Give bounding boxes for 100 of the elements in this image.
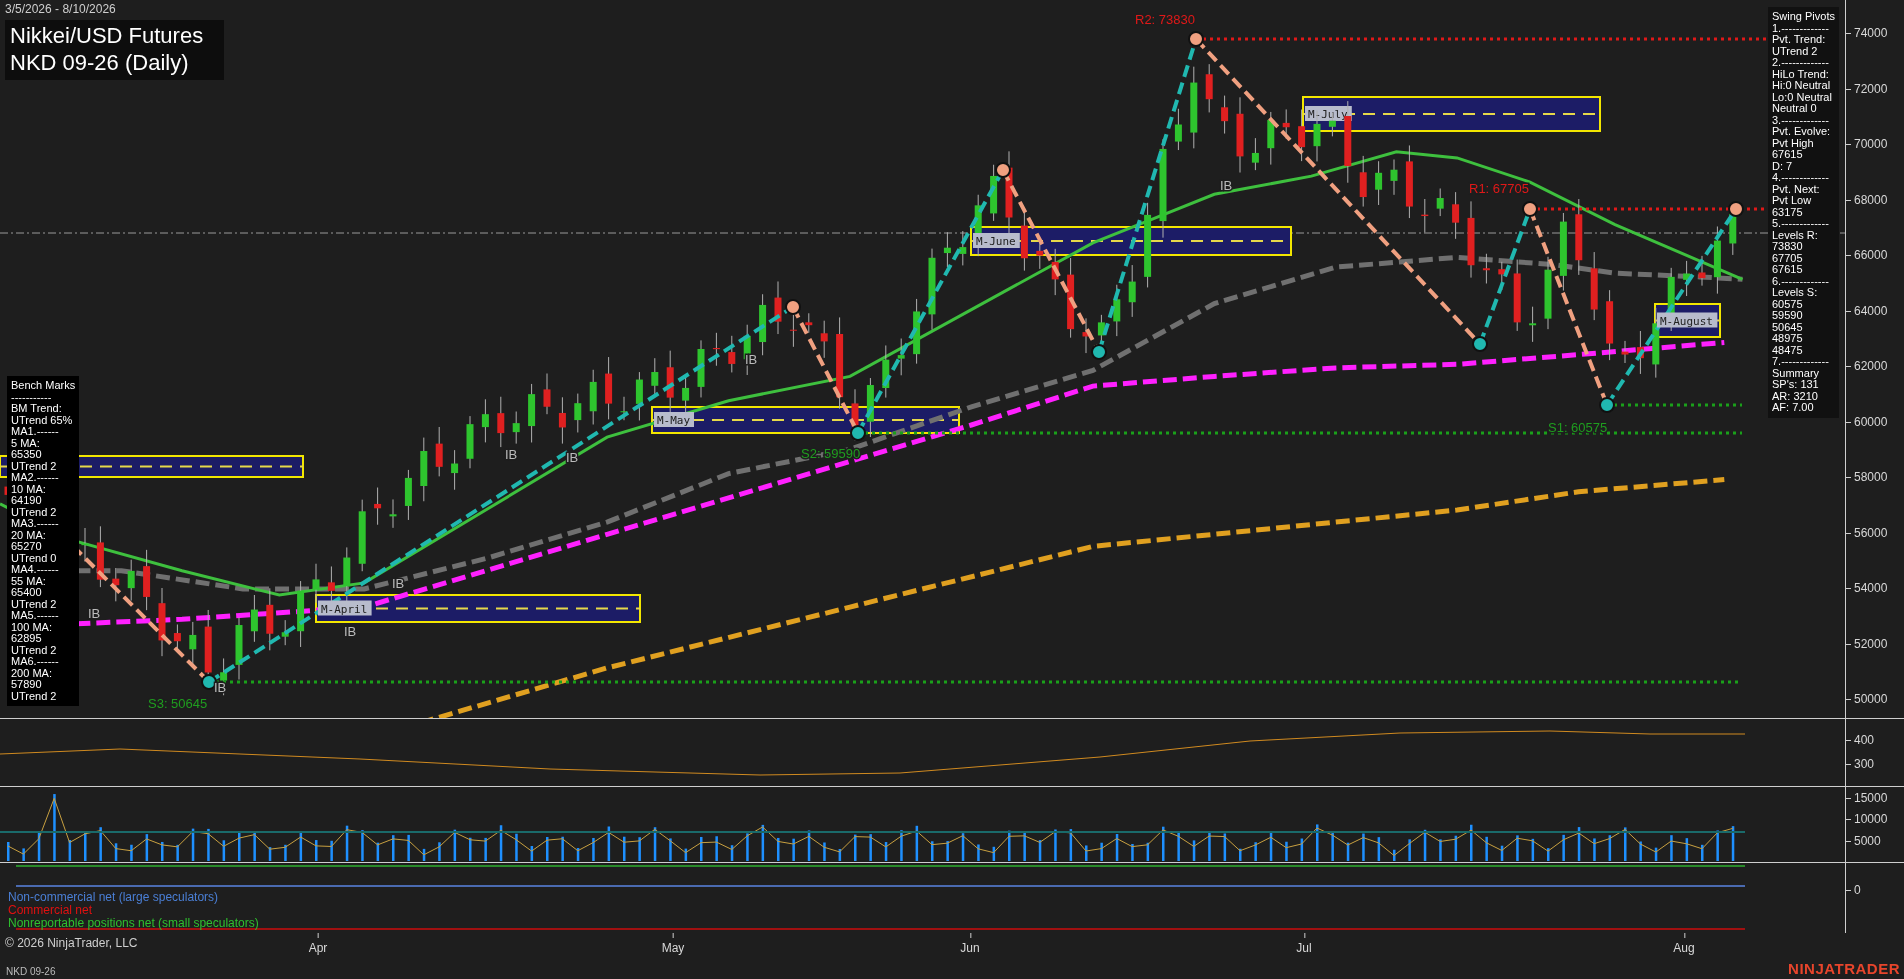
swing-pivots-line: Neutral 0 <box>1772 103 1818 115</box>
swing-pivots-line: 5.------------- <box>1772 218 1830 230</box>
cot-legend-label: Non-commercial net (large speculators) <box>8 891 220 905</box>
swing-pivots-line: UTrend 2 <box>1772 45 1819 57</box>
swing-pivots-line: Levels R: <box>1772 229 1819 241</box>
pivot-level-label: S1: 60575 <box>1548 420 1608 435</box>
bench-marks-line: UTrend 0 <box>11 552 58 564</box>
price-axis-label: 70000 <box>1846 137 1888 151</box>
bench-marks-line: UTrend 2 <box>11 690 58 702</box>
price-axis-label: 74000 <box>1846 26 1888 40</box>
price-axis-label: 60000 <box>1846 414 1888 429</box>
bench-marks-line: UTrend 65% <box>11 414 74 426</box>
swing-pivots-line: Pvt High <box>1772 137 1815 149</box>
date-axis-label: Apr <box>308 933 328 956</box>
inside-bar-mark: IB <box>392 576 405 591</box>
bench-marks-line: MA5.------ <box>11 610 60 622</box>
bench-marks-line: 65350 <box>11 449 43 461</box>
price-axis-label: 68000 <box>1846 192 1888 207</box>
swing-pivots-line: 73830 <box>1772 241 1804 253</box>
inside-bar-mark: IB <box>1220 178 1233 193</box>
swing-pivots-line: Pvt. Trend: <box>1772 34 1827 46</box>
inside-bar-mark: IB <box>88 606 101 621</box>
price-axis-label: 64000 <box>1846 303 1888 318</box>
swing-pivots-line: Levels S: <box>1772 287 1819 299</box>
bench-marks-line: Bench Marks <box>11 380 76 392</box>
bench-marks-line: 20 MA: <box>11 529 47 541</box>
price-axis-label: 72000 <box>1846 81 1888 96</box>
swing-pivots-line: 2.------------- <box>1772 57 1830 69</box>
swing-pivots-line: 60575 <box>1772 298 1804 310</box>
swing-pivots-line: 59590 <box>1772 310 1804 322</box>
swing-pivots-line: AR: 3210 <box>1772 390 1819 402</box>
date-axis-label: Jun <box>960 933 980 956</box>
pivot-level-label: S3: 50645 <box>148 696 208 711</box>
price-axis-label: 66000 <box>1846 248 1888 262</box>
swing-pivots-line: Pvt Low <box>1772 195 1813 207</box>
month-label: M-June <box>973 233 1020 248</box>
bench-marks-line: MA1.------ <box>11 426 60 438</box>
volume-axis-label: 5000 <box>1846 834 1881 849</box>
swing-pivots-line: HiLo Trend: <box>1772 68 1830 80</box>
bench-marks-line: MA4.------ <box>11 564 60 576</box>
swing-pivots-line: Hi:0 Neutral <box>1772 80 1832 92</box>
volume-axis-label: 10000 <box>1846 812 1888 827</box>
pivot-level-label: R2: 73830 <box>1135 12 1195 27</box>
date-axis-label: May <box>661 933 685 956</box>
inside-bar-mark: IB <box>344 624 357 639</box>
brand-logo: NINJATRADER <box>1788 960 1900 977</box>
price-axis-label: 56000 <box>1846 525 1888 540</box>
cot-legend-label: Nonreportable positions net (small speculators) <box>8 917 259 931</box>
swing-pivots-line: 67615 <box>1772 264 1804 276</box>
swing-pivots-line: 50645 <box>1772 321 1804 333</box>
swing-pivots-line: 48975 <box>1772 333 1804 345</box>
oscillator-axis-label: 300 <box>1846 756 1875 771</box>
bench-marks-line: ----------- <box>11 391 53 403</box>
volume-axis-label: 15000 <box>1846 791 1888 806</box>
instrument-label: NKD 09-26 <box>6 966 56 977</box>
swing-pivots-line: 63175 <box>1772 206 1804 218</box>
bench-marks-line: MA2.------ <box>11 472 60 484</box>
swing-pivots-line: 1.------------- <box>1772 22 1830 34</box>
swing-pivots-line: Pvt. Next: <box>1772 183 1821 195</box>
swing-pivots-line: SP's: 131 <box>1772 379 1820 391</box>
swing-pivots-line: 48475 <box>1772 344 1804 356</box>
price-axis-label: 50000 <box>1846 692 1888 706</box>
bench-marks-line: 55 MA: <box>11 575 47 587</box>
bench-marks-line: 65400 <box>11 587 43 599</box>
bench-marks-line: 200 MA: <box>11 667 53 679</box>
swing-pivots-line: 3.------------- <box>1772 114 1830 126</box>
bench-marks-line: 10 MA: <box>11 483 47 495</box>
cot-legend-label: Commercial net <box>8 904 94 918</box>
month-label: M-May <box>654 412 694 427</box>
bench-marks-line: BM Trend: <box>11 403 63 415</box>
pivot-level-label: R1: 67705 <box>1469 181 1529 196</box>
bench-marks-line: 100 MA: <box>11 621 53 633</box>
date-axis-label: Aug <box>1673 933 1695 956</box>
swing-pivots-line: 7.------------- <box>1772 356 1830 368</box>
price-axis-label: 52000 <box>1846 636 1888 651</box>
swing-pivots-line: 4.------------- <box>1772 172 1830 184</box>
swing-pivots-line: Swing Pivots <box>1772 11 1835 23</box>
bench-marks-line: UTrend 2 <box>11 506 58 518</box>
swing-pivots-line: Lo:0 Neutral <box>1772 91 1833 103</box>
bench-marks-line: 62895 <box>11 633 43 645</box>
price-axis-label: 58000 <box>1846 470 1888 484</box>
copyright-notice: © 2026 NinjaTrader, LLC <box>5 936 138 951</box>
swing-pivots-line: 6.------------- <box>1772 275 1830 287</box>
bench-marks-line: MA3.------ <box>11 518 60 530</box>
swing-pivots-line: AF: 7.00 <box>1772 402 1815 414</box>
price-axis-label: 62000 <box>1846 359 1888 373</box>
bench-marks-line: 57890 <box>11 679 43 691</box>
bench-marks-line: 65270 <box>11 541 43 553</box>
inside-bar-mark: IB <box>505 447 518 462</box>
bench-marks-line: UTrend 2 <box>11 460 58 472</box>
bench-marks-line: UTrend 2 <box>11 598 58 610</box>
price-axis-label: 54000 <box>1846 581 1888 595</box>
oscillator-axis-label: 400 <box>1846 732 1875 747</box>
swing-pivots-line: D: 7 <box>1772 160 1794 172</box>
date-range: 3/5/2026 - 8/10/2026 <box>5 2 117 16</box>
chart-title: Nikkei/USD Futures <box>10 22 205 49</box>
cot-axis-label: 0 <box>1846 883 1861 898</box>
swing-pivots-line: Pvt. Evolve: <box>1772 126 1832 138</box>
swing-pivots-line: Summary <box>1772 367 1821 379</box>
swing-pivots-line: 67705 <box>1772 252 1804 264</box>
